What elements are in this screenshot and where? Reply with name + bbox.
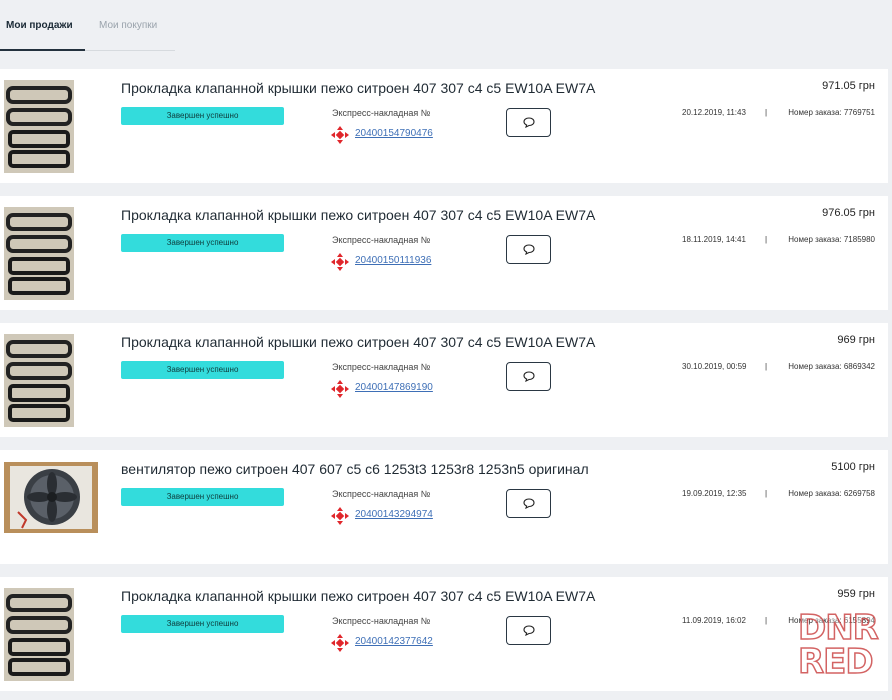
order-date: 30.10.2019, 00:59 [682, 362, 747, 371]
status-badge: Завершен успешно [121, 488, 284, 506]
product-title[interactable]: вентилятор пежо ситроен 407 607 с5 с6 12… [121, 461, 589, 477]
nova-poshta-icon [331, 126, 349, 144]
waybill-number-link[interactable]: 20400147869190 [355, 382, 433, 393]
chat-button[interactable] [506, 235, 551, 264]
separator: | [765, 235, 768, 244]
waybill-label: Экспресс-накладная № [332, 235, 431, 245]
order-price: 5100 грн [831, 461, 875, 473]
product-title[interactable]: Прокладка клапанной крышки пежо ситроен … [121, 207, 595, 223]
order-price: 959 грн [837, 588, 875, 600]
watermark-line: DNR [797, 608, 879, 648]
dnr-red-watermark: DNR RED [797, 608, 880, 685]
status-badge: Завершен успешно [121, 234, 284, 252]
separator: | [765, 362, 768, 371]
tabs-divider [85, 50, 175, 51]
order-card: Прокладка клапанной крышки пежо ситроен … [0, 196, 888, 310]
order-card: Прокладка клапанной крышки пежо ситроен … [0, 323, 888, 437]
product-title[interactable]: Прокладка клапанной крышки пежо ситроен … [121, 80, 595, 96]
separator: | [765, 108, 768, 117]
order-date: 20.12.2019, 11:43 [682, 108, 746, 117]
chat-bubble-icon [523, 498, 535, 509]
chat-bubble-icon [523, 625, 535, 636]
status-badge: Завершен успешно [121, 107, 284, 125]
gasket-image[interactable] [4, 207, 74, 300]
gasket-image[interactable] [4, 80, 74, 173]
chat-button[interactable] [506, 362, 551, 391]
tab-my-purchases[interactable]: Мои покупки [99, 20, 157, 31]
chat-button[interactable] [506, 489, 551, 518]
chat-bubble-icon [523, 371, 535, 382]
chat-bubble-icon [523, 244, 535, 255]
tab-my-sales[interactable]: Мои продажи [6, 20, 73, 31]
waybill-number-link[interactable]: 20400143294974 [355, 509, 433, 520]
nova-poshta-icon [331, 253, 349, 271]
order-number: Номер заказа: 7185980 [788, 235, 875, 244]
nova-poshta-icon [331, 507, 349, 525]
chat-button[interactable] [506, 616, 551, 645]
order-card: вентилятор пежо ситроен 407 607 с5 с6 12… [0, 450, 888, 564]
tabs-bar: Мои продажи Мои покупки [0, 0, 892, 62]
order-date: 11.09.2019, 16:02 [682, 616, 746, 625]
order-number: Номер заказа: 6869342 [788, 362, 875, 371]
order-number: Номер заказа: 7769751 [788, 108, 875, 117]
waybill-number-link[interactable]: 20400150111936 [355, 255, 431, 266]
fan-image[interactable] [4, 462, 98, 533]
nova-poshta-icon [331, 380, 349, 398]
nova-poshta-icon [331, 634, 349, 652]
waybill-label: Экспресс-накладная № [332, 489, 431, 499]
order-date: 19.09.2019, 12:35 [682, 489, 747, 498]
waybill-label: Экспресс-накладная № [332, 108, 431, 118]
order-card: Прокладка клапанной крышки пежо ситроен … [0, 69, 888, 183]
gasket-image[interactable] [4, 334, 74, 427]
waybill-label: Экспресс-накладная № [332, 362, 431, 372]
gasket-image[interactable] [4, 588, 74, 681]
status-badge: Завершен успешно [121, 361, 284, 379]
active-tab-indicator [0, 49, 85, 51]
waybill-number-link[interactable]: 20400154790476 [355, 128, 433, 139]
waybill-number-link[interactable]: 20400142377642 [355, 636, 433, 647]
order-number: Номер заказа: 6269758 [788, 489, 875, 498]
separator: | [765, 489, 768, 498]
order-card: Прокладка клапанной крышки пежо ситроен … [0, 577, 888, 691]
waybill-label: Экспресс-накладная № [332, 616, 431, 626]
chat-bubble-icon [523, 117, 535, 128]
status-badge: Завершен успешно [121, 615, 284, 633]
order-price: 969 грн [837, 334, 875, 346]
separator: | [765, 616, 768, 625]
chat-button[interactable] [506, 108, 551, 137]
order-price: 971.05 грн [822, 80, 875, 92]
order-price: 976.05 грн [822, 207, 875, 219]
watermark-line: RED [797, 642, 874, 682]
order-date: 18.11.2019, 14:41 [682, 235, 746, 244]
product-title[interactable]: Прокладка клапанной крышки пежо ситроен … [121, 588, 595, 604]
product-title[interactable]: Прокладка клапанной крышки пежо ситроен … [121, 334, 595, 350]
